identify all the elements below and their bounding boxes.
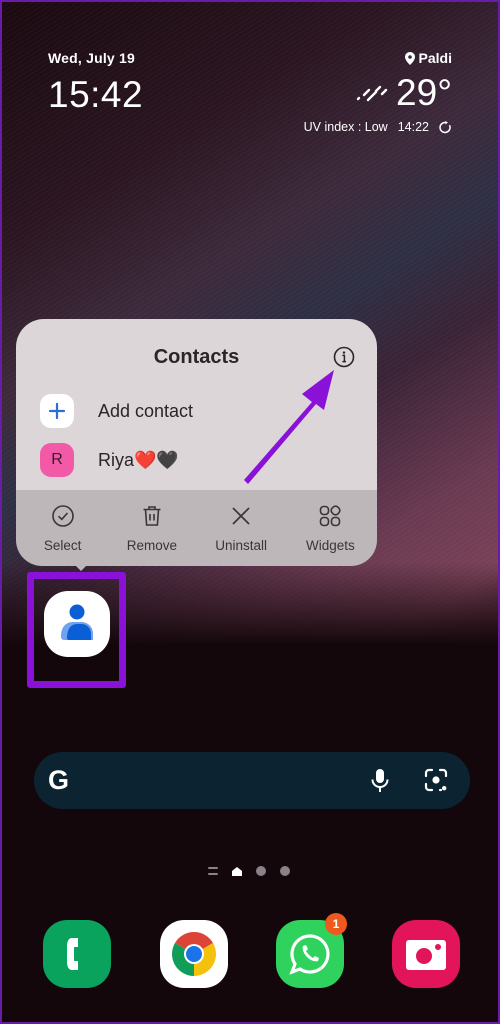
context-menu-title: Contacts xyxy=(153,346,240,368)
context-menu-top: Contacts Add contact R Riya❤️🖤 xyxy=(16,319,377,490)
clock-date: Wed, July 19 xyxy=(48,50,135,66)
contacts-app-icon[interactable] xyxy=(44,591,110,657)
shortcut-label: Riya❤️🖤 xyxy=(98,449,179,470)
clock-widget[interactable]: Wed, July 19 15:42 xyxy=(48,50,143,116)
close-icon xyxy=(232,506,250,525)
select-label: Select xyxy=(43,537,82,553)
shortcut-label: Add contact xyxy=(98,400,194,421)
shortcut-add-contact[interactable]: Add contact xyxy=(40,394,193,428)
weather-temp-row: 29° xyxy=(304,72,452,114)
info-icon[interactable] xyxy=(333,346,355,368)
dock-app-chrome[interactable] xyxy=(160,920,228,988)
home-page-icon xyxy=(232,866,242,876)
uninstall-label: Uninstall xyxy=(215,537,268,553)
camera-icon xyxy=(406,940,446,970)
dock-app-phone[interactable] xyxy=(43,920,111,988)
notification-badge: 1 xyxy=(325,913,347,935)
context-menu-actions: Select Remove Uninstall Widgets xyxy=(16,490,377,566)
page-indicator-feed xyxy=(208,867,218,875)
uv-index: UV index : Low xyxy=(303,120,388,134)
location-name: Paldi xyxy=(418,50,452,66)
app-context-menu: Contacts Add contact R Riya❤️🖤 Select Re… xyxy=(16,319,377,571)
page-dot xyxy=(280,866,290,876)
check-circle-icon xyxy=(51,504,74,527)
clock-time: 15:42 xyxy=(48,74,144,115)
mic-icon[interactable] xyxy=(368,768,392,794)
add-contact-icon-tile xyxy=(40,394,74,428)
chrome-icon xyxy=(172,932,216,976)
google-logo: G xyxy=(48,765,70,795)
remove-label: Remove xyxy=(126,537,178,553)
dock-app-camera[interactable] xyxy=(392,920,460,988)
person-icon xyxy=(61,604,93,640)
uninstall-button[interactable]: Uninstall xyxy=(201,504,281,553)
weather-location: Paldi xyxy=(304,50,452,66)
page-dot xyxy=(256,866,266,876)
page-indicator[interactable] xyxy=(208,866,290,876)
select-button[interactable]: Select xyxy=(23,504,103,553)
widgets-icon xyxy=(320,504,342,526)
avatar: R xyxy=(40,443,74,477)
context-menu-tail xyxy=(74,564,88,571)
phone-icon xyxy=(67,938,78,970)
weather-widget[interactable]: Paldi 29° UV index : Low 14:22 xyxy=(304,50,452,134)
widgets-button[interactable]: Widgets xyxy=(290,504,370,553)
home-screen: Wed, July 19 15:42 Paldi 29° UV index: … xyxy=(0,0,500,1024)
whatsapp-icon xyxy=(289,934,330,975)
refresh-icon[interactable] xyxy=(439,120,452,134)
location-pin-icon xyxy=(404,51,415,65)
widgets-label: Widgets xyxy=(305,537,355,553)
shortcut-contact-riya[interactable]: R Riya❤️🖤 xyxy=(40,443,179,477)
weather-uv-row: UV index : Low 14:22 xyxy=(304,120,452,134)
rain-icon xyxy=(356,85,388,102)
trash-icon xyxy=(143,505,161,526)
google-search-bar[interactable]: G xyxy=(34,752,470,809)
remove-button[interactable]: Remove xyxy=(112,504,192,553)
lens-icon[interactable] xyxy=(424,768,448,792)
update-time: 14:22 xyxy=(397,120,429,134)
temperature: 29° xyxy=(396,72,452,113)
plus-icon xyxy=(48,402,66,420)
